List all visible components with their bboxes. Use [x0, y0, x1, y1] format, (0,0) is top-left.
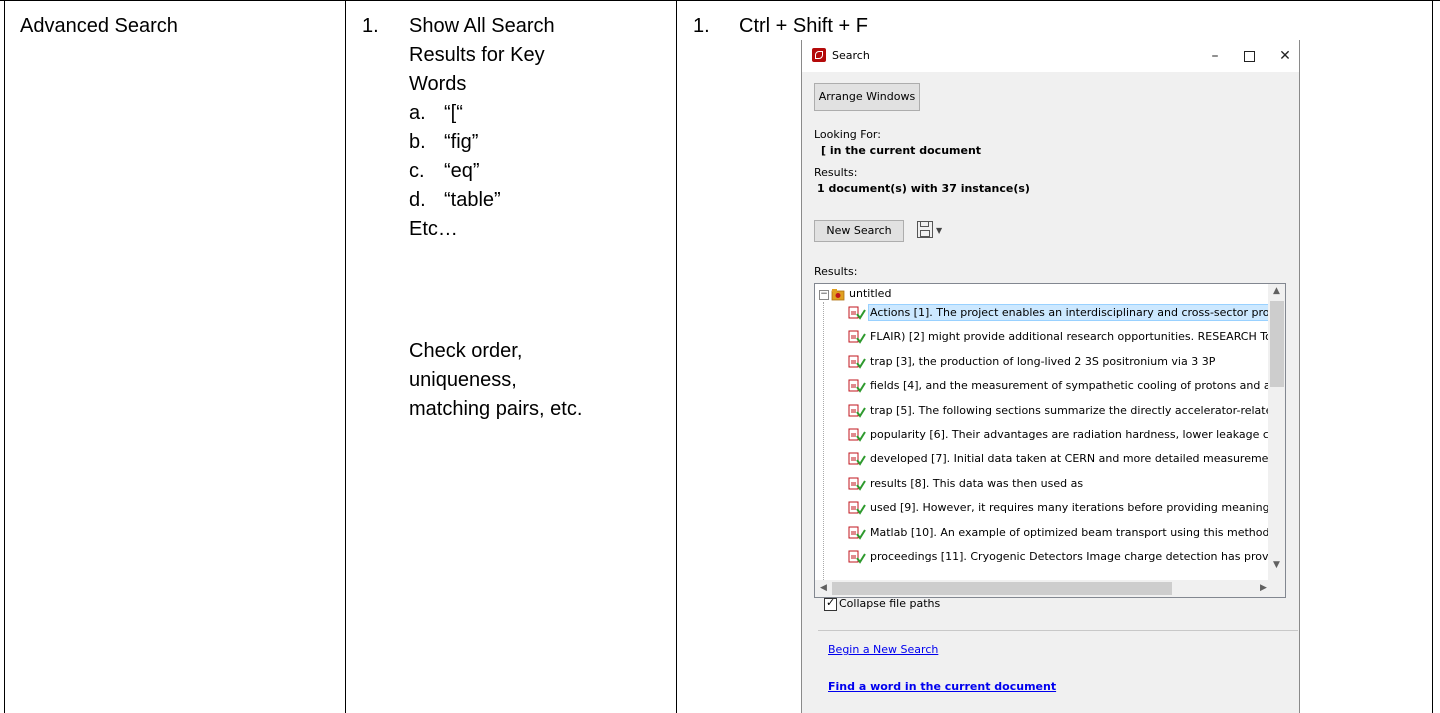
- sub-item-letter-a: a.: [409, 102, 426, 124]
- result-row[interactable]: used [9]. However, it requires many iter…: [848, 498, 1285, 518]
- scroll-down-icon[interactable]: ▼: [1268, 560, 1285, 570]
- window-title: Search: [832, 49, 870, 62]
- table-col-divider-1: [345, 0, 346, 713]
- sub-item-text-c: “eq”: [444, 160, 480, 182]
- minimize-button[interactable]: –: [1198, 44, 1232, 68]
- section-divider: [818, 630, 1298, 631]
- result-row[interactable]: trap [3], the production of long-lived 2…: [848, 352, 1285, 372]
- sub-item-text-b: “fig”: [444, 131, 479, 153]
- result-row[interactable]: developed [7]. Initial data taken at CER…: [848, 449, 1285, 469]
- arrange-windows-button[interactable]: Arrange Windows: [814, 83, 920, 111]
- result-row[interactable]: fields [4], and the measurement of sympa…: [848, 376, 1285, 396]
- result-row-text: trap [5]. The following sections summari…: [870, 403, 1285, 417]
- col2-item-line-1: Show All Search: [409, 15, 555, 37]
- pdf-result-icon: [848, 355, 866, 369]
- sub-item-letter-c: c.: [409, 160, 425, 182]
- cell-feature-name: Advanced Search: [20, 15, 178, 37]
- table-left-border: [4, 0, 5, 713]
- maximize-icon: [1243, 50, 1255, 62]
- pdf-result-icon: [848, 379, 866, 393]
- begin-new-search-link[interactable]: Begin a New Search: [828, 643, 938, 656]
- save-icon[interactable]: [917, 221, 933, 238]
- pdf-folder-icon: [831, 289, 845, 301]
- result-row-text: FLAIR) [2] might provide additional rese…: [870, 330, 1285, 344]
- results-list-label: Results:: [814, 265, 858, 278]
- pdf-result-icon: [848, 550, 866, 564]
- pdf-result-icon: [848, 404, 866, 418]
- col2-item-line-3: Words: [409, 73, 467, 95]
- save-dropdown-icon[interactable]: ▼: [936, 226, 942, 235]
- collapse-paths-checkbox[interactable]: ✓: [824, 596, 837, 611]
- result-row-text: proceedings [11]. Cryogenic Detectors Im…: [870, 550, 1285, 563]
- maximize-button[interactable]: [1232, 44, 1266, 68]
- scroll-right-icon[interactable]: ▶: [1255, 583, 1272, 593]
- col3-item-number: 1.: [693, 15, 710, 37]
- result-row[interactable]: popularity [6]. Their advantages are rad…: [848, 425, 1285, 445]
- results-summary-label: Results:: [814, 166, 858, 179]
- looking-for-value: [ in the current document: [821, 144, 982, 157]
- result-row-text: results [8]. This data was then used as: [870, 476, 1084, 490]
- collapse-paths-label: Collapse file paths: [839, 597, 941, 610]
- horizontal-scroll-thumb[interactable]: [832, 582, 1172, 595]
- scroll-left-icon[interactable]: ◀: [815, 583, 832, 593]
- pdf-result-icon: [848, 428, 866, 442]
- note-line-2: uniqueness,: [409, 369, 517, 391]
- looking-for-label: Looking For:: [814, 128, 881, 141]
- results-summary-value: 1 document(s) with 37 instance(s): [817, 182, 1030, 195]
- scroll-up-icon[interactable]: ▲: [1268, 286, 1285, 296]
- vertical-scroll-thumb[interactable]: [1270, 301, 1284, 387]
- etc-text: Etc…: [409, 218, 458, 240]
- pdf-result-icon: [848, 330, 866, 345]
- sub-item-letter-d: d.: [409, 189, 426, 211]
- result-row[interactable]: trap [5]. The following sections summari…: [848, 401, 1285, 421]
- find-word-link[interactable]: Find a word in the current document: [828, 680, 1056, 693]
- result-row-text: Matlab [10]. An example of optimized bea…: [870, 525, 1285, 539]
- close-button[interactable]: ✕: [1268, 44, 1302, 68]
- result-row[interactable]: FLAIR) [2] might provide additional rese…: [848, 327, 1285, 347]
- result-row-text: trap [3], the production of long-lived 2…: [870, 354, 1216, 368]
- horizontal-scrollbar[interactable]: ◀ ▶: [815, 580, 1285, 597]
- sub-item-text-d: “table”: [444, 189, 501, 211]
- sub-item-letter-b: b.: [409, 131, 426, 153]
- col2-item-line-2: Results for Key: [409, 44, 545, 66]
- results-tree[interactable]: − untitled Actions [1]. The project enab…: [814, 283, 1286, 598]
- new-search-button[interactable]: New Search: [814, 220, 904, 242]
- search-window: Search – ✕ Arrange Windows Looking For: …: [801, 40, 1300, 713]
- result-row[interactable]: results [8]. This data was then used as: [848, 474, 1285, 494]
- tree-root-label: untitled: [849, 287, 892, 300]
- note-line-1: Check order,: [409, 340, 523, 362]
- result-row[interactable]: Actions [1]. The project enables an inte…: [848, 303, 1285, 323]
- result-row-text: Actions [1]. The project enables an inte…: [868, 304, 1285, 321]
- pdf-result-icon: [848, 306, 866, 320]
- acrobat-icon: [812, 48, 826, 62]
- result-row[interactable]: proceedings [11]. Cryogenic Detectors Im…: [848, 547, 1285, 567]
- pdf-result-icon: [848, 452, 866, 467]
- pdf-result-icon: [848, 526, 866, 540]
- title-bar: Search – ✕: [802, 40, 1299, 72]
- col3-item-text: Ctrl + Shift + F: [739, 15, 868, 37]
- col2-item-number: 1.: [362, 15, 379, 37]
- result-row-text: popularity [6]. Their advantages are rad…: [870, 428, 1285, 441]
- result-row-text: fields [4], and the measurement of sympa…: [870, 379, 1285, 393]
- note-line-3: matching pairs, etc.: [409, 398, 583, 420]
- result-row-text: used [9]. However, it requires many iter…: [870, 501, 1285, 515]
- pdf-result-icon: [848, 477, 866, 491]
- tree-guide-line: [823, 302, 824, 582]
- table-top-border: [0, 0, 1440, 1]
- result-row-text: developed [7]. Initial data taken at CER…: [870, 452, 1285, 466]
- check-icon: ✓: [826, 596, 836, 609]
- result-row[interactable]: Matlab [10]. An example of optimized bea…: [848, 523, 1285, 543]
- pdf-result-icon: [848, 501, 866, 515]
- table-col-divider-2: [676, 0, 677, 713]
- collapse-icon[interactable]: −: [819, 290, 829, 300]
- table-right-border: [1432, 0, 1433, 713]
- vertical-scrollbar[interactable]: ▲ ▼: [1268, 284, 1285, 580]
- sub-item-text-a: “[“: [444, 102, 463, 124]
